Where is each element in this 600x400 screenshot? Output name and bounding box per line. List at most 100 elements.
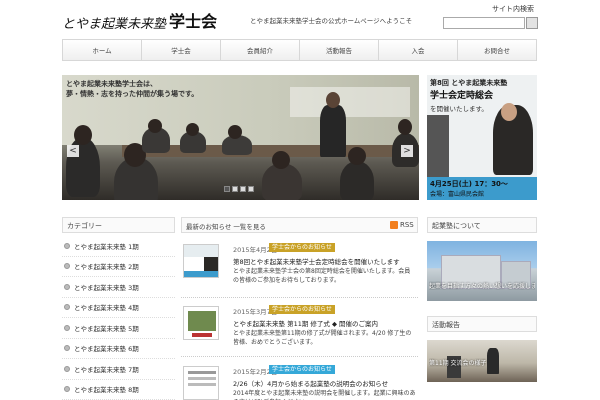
nav-item-reports[interactable]: 活動報告 <box>299 39 378 61</box>
category-item[interactable]: とやま起業未来塾 3期 <box>62 277 175 298</box>
right-sidebar-heading-text: 起業塾について <box>432 222 481 230</box>
news-title[interactable]: 2/26（木）4月から始まる起業塾の説明会のお知らせ <box>233 378 416 388</box>
slider-pagination <box>224 186 254 192</box>
news-item[interactable]: 2015年3月7日 学士会からのお知らせ とやま起業未来塾 第11期 修了式 ◆… <box>181 305 418 356</box>
slider-dot[interactable] <box>232 186 238 192</box>
category-item-label: とやま起業未来塾 4期 <box>74 304 139 313</box>
category-item[interactable]: とやま起業未来塾 8期 <box>62 380 175 400</box>
thumb-text <box>188 383 216 386</box>
news-heading: 最新のお知らせ 一覧を見る RSS <box>181 217 418 233</box>
slider-photo-head <box>398 119 412 135</box>
right-photo-caption: 第11期 交流会の様子 <box>429 360 487 367</box>
news-title[interactable]: とやま起業未来塾 第11期 修了式 ◆ 開催のご案内 <box>233 318 416 328</box>
banner-title-line1: 第8回 とやま起業未来塾 <box>430 79 508 87</box>
slider-dot[interactable] <box>240 186 246 192</box>
search-label: サイト内検索 <box>492 5 534 13</box>
category-item-label: とやま起業未来塾 3期 <box>74 283 139 292</box>
slider-next-button[interactable]: > <box>401 145 413 157</box>
bullet-icon <box>64 304 70 311</box>
right-sidebar-heading: 活動報告 <box>427 316 537 332</box>
news-thumbnail[interactable] <box>183 306 219 340</box>
nav-item-contact[interactable]: お問合せ <box>457 39 537 61</box>
slider-prev-button[interactable]: < <box>67 145 79 157</box>
event-banner[interactable]: 第8回 とやま起業未来塾 学士会定時総会 を開催いたします。 4月25日(土) … <box>427 75 537 200</box>
bullet-icon <box>64 365 70 372</box>
right-sidebar-banner[interactable]: 起業を目指す方々の熱い想いを応援します <box>427 241 537 301</box>
slider-dot[interactable] <box>224 186 230 192</box>
thumb-photo <box>188 311 216 331</box>
slider-photo-screen <box>290 87 410 117</box>
site-tagline: とやま起業未来塾学士会の公式ホームページへようこそ <box>250 17 413 25</box>
rss-link[interactable]: RSS <box>400 221 414 229</box>
thumb-text <box>188 377 216 380</box>
bullet-icon <box>64 386 70 393</box>
category-item[interactable]: とやま起業未来塾 6期 <box>62 339 175 359</box>
category-item[interactable]: とやま起業未来塾 4期 <box>62 298 175 318</box>
news-category-badge[interactable]: 学士会からのお知らせ <box>269 365 335 374</box>
thumb-text <box>188 371 216 374</box>
slider-photo-head <box>326 92 340 108</box>
category-item-label: とやま起業未来塾 2期 <box>74 263 139 272</box>
banner-photo-head <box>501 103 517 121</box>
right-sidebar-heading-text: 活動報告 <box>432 321 460 329</box>
nav-item-members[interactable]: 会員紹介 <box>220 39 299 61</box>
thumb-text <box>192 333 212 337</box>
nav-item-about[interactable]: 学士会 <box>141 39 220 61</box>
bullet-icon <box>64 324 70 331</box>
news-item[interactable]: 2015年2月2日 学士会からのお知らせ 2/26（木）4月から始まる起業塾の説… <box>181 365 418 400</box>
slider-photo-head <box>148 119 162 133</box>
slider-caption: とやま起業未来塾学士会は、 夢・情熱・志を持った仲間が集う場です。 <box>66 80 199 98</box>
right-sidebar-photo[interactable]: 第11期 交流会の様子 <box>427 340 537 382</box>
category-heading-text: カテゴリー <box>67 222 102 230</box>
banner-date: 4月25日(土) 17：30～ <box>430 180 508 188</box>
news-divider <box>181 297 418 298</box>
nav-item-join[interactable]: 入会 <box>378 39 457 61</box>
slider-photo-head <box>272 151 290 169</box>
site-logo[interactable]: とやま起業未来塾 学士会 <box>62 8 217 32</box>
category-item[interactable]: とやま起業未来塾 5期 <box>62 318 175 339</box>
logo-script-text: とやま起業未来塾 <box>62 17 167 32</box>
news-excerpt: 2014年度とやま起業未来塾の説明会を開催します。起業に興味のある方はぜひご参加… <box>233 390 416 400</box>
slider-photo-head <box>74 125 92 145</box>
news-heading-text[interactable]: 最新のお知らせ 一覧を見る <box>186 221 266 231</box>
banner-subtitle: を開催いたします。 <box>430 105 488 113</box>
category-heading: カテゴリー <box>62 217 175 233</box>
slider-photo-head <box>228 125 242 139</box>
news-excerpt: とやま起業未来塾学士会の第8回定時総会を開催いたします。会員の皆様のご参加をお待… <box>233 268 411 284</box>
bullet-icon <box>64 242 70 249</box>
slider-photo-speaker <box>320 105 346 157</box>
logo-main-text: 学士会 <box>169 12 218 31</box>
category-item[interactable]: とやま起業未来塾 2期 <box>62 257 175 277</box>
slider-photo-person <box>340 161 374 200</box>
search-input[interactable] <box>443 17 525 29</box>
news-category-badge[interactable]: 学士会からのお知らせ <box>269 305 335 314</box>
banner-title-line2: 学士会定時総会 <box>430 91 494 101</box>
category-item-label: とやま起業未来塾 8期 <box>74 386 139 395</box>
category-item-label: とやま起業未来塾 6期 <box>74 345 139 354</box>
hero-slider[interactable]: とやま起業未来塾学士会は、 夢・情熱・志を持った仲間が集う場です。 <box>62 75 419 200</box>
right-sidebar-heading: 起業塾について <box>427 217 537 233</box>
category-item-label: とやま起業未来塾 7期 <box>74 365 139 374</box>
slider-photo-head <box>348 147 366 165</box>
right-banner-caption: 起業を目指す方々の熱い想いを応援します <box>429 283 535 290</box>
bullet-icon <box>64 345 70 352</box>
global-nav: ホーム 学士会 会員紹介 活動報告 入会 お問合せ <box>62 39 537 61</box>
rss-icon[interactable] <box>390 221 398 229</box>
slider-dot[interactable] <box>248 186 254 192</box>
search-button[interactable] <box>526 17 538 29</box>
category-item[interactable]: とやま起業未来塾 7期 <box>62 359 175 380</box>
nav-item-home[interactable]: ホーム <box>62 39 141 61</box>
news-divider <box>181 356 418 357</box>
thumb-bar <box>184 271 218 277</box>
news-title[interactable]: 第8回とやま起業未来塾学士会定時総会を開催いたします <box>233 256 416 266</box>
category-item-label: とやま起業未来塾 5期 <box>74 324 139 333</box>
category-item[interactable]: とやま起業未来塾 1期 <box>62 236 175 257</box>
category-list: とやま起業未来塾 1期 とやま起業未来塾 2期 とやま起業未来塾 3期 とやま起… <box>62 236 175 400</box>
news-category-badge[interactable]: 学士会からのお知らせ <box>269 243 335 252</box>
news-thumbnail[interactable] <box>183 244 219 278</box>
thumb-header <box>184 245 218 257</box>
bullet-icon <box>64 283 70 290</box>
slider-photo-head <box>186 123 199 136</box>
news-item[interactable]: 2015年4月2日 学士会からのお知らせ 第8回とやま起業未来塾学士会定時総会を… <box>181 243 418 294</box>
news-thumbnail[interactable] <box>183 366 219 400</box>
